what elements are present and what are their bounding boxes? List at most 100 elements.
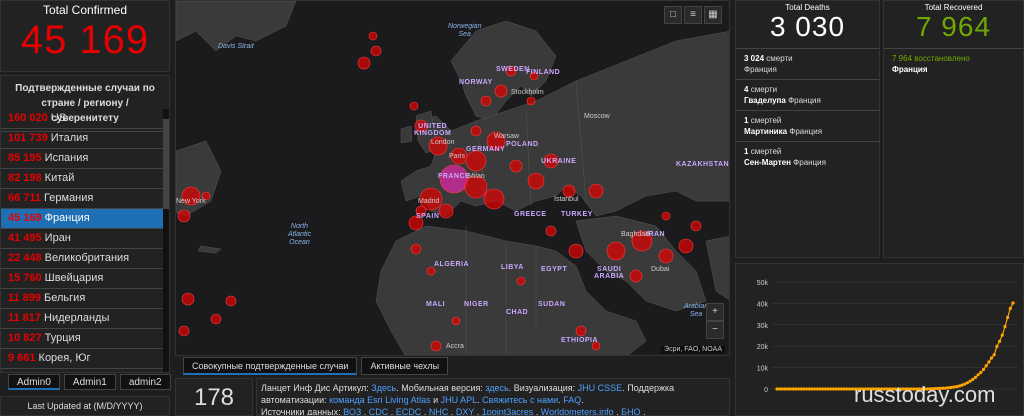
- country-row[interactable]: 15 760 Швейцария: [1, 269, 165, 289]
- country-name: Великобритания: [44, 252, 130, 264]
- city-label: London: [431, 139, 455, 146]
- deaths-list: 3 024 смерти Франция 4 смерти Гваделупа …: [736, 48, 879, 172]
- country-row[interactable]: 85 195 Испания: [1, 149, 165, 169]
- country-row[interactable]: 11 817 Нидерланды: [1, 309, 165, 329]
- data-point: [973, 375, 978, 379]
- tab-admin2[interactable]: admin2: [119, 374, 171, 390]
- deaths-place: Франция: [744, 65, 777, 74]
- info-text: . Поддержка: [622, 383, 675, 393]
- sea-label: North Atlantic Ocean: [288, 223, 311, 246]
- data-point: [981, 367, 986, 372]
- country-label: SWEDEN: [496, 66, 530, 73]
- country-cases: 15 760: [8, 272, 42, 284]
- list-icon[interactable]: ≡: [684, 6, 702, 24]
- country-label: SAUDI ARABIA: [594, 266, 625, 280]
- country-label: UNITED KINGDOM: [414, 123, 452, 137]
- country-label: MALI: [426, 301, 446, 308]
- last-updated-panel: Last Updated at (M/D/YYYY): [0, 396, 170, 416]
- data-point: [992, 353, 996, 357]
- country-label: ETHIOPIA: [561, 337, 599, 344]
- total-recovered-panel: Total Recovered 7 964 7 964 восстановлен…: [883, 0, 1024, 258]
- zoom-out-button[interactable]: −: [706, 321, 724, 339]
- country-row[interactable]: 101 739 Италия: [1, 129, 165, 149]
- city-label: Milan: [468, 173, 485, 180]
- info-text: ,: [533, 407, 541, 416]
- deaths-unit: смертей: [750, 116, 782, 125]
- info-text: ,: [474, 407, 482, 416]
- contact-link[interactable]: Свяжитесь с нами: [482, 395, 558, 405]
- data-point: [984, 364, 988, 368]
- jhu-apl-link[interactable]: JHU APL: [441, 395, 478, 405]
- y-tick-label: 30k: [757, 323, 769, 330]
- country-row[interactable]: 66 711 Германия: [1, 189, 165, 209]
- data-point: [987, 360, 991, 364]
- deaths-count: 4: [744, 85, 749, 94]
- info-text: ,: [361, 407, 369, 416]
- worldometers-link[interactable]: Worldometers.info: [541, 407, 614, 415]
- country-name: US: [50, 112, 67, 124]
- tab-admin1[interactable]: Admin1: [63, 374, 116, 390]
- bookmark-icon[interactable]: □: [664, 6, 682, 24]
- country-row[interactable]: 45 169 Франция: [1, 209, 165, 229]
- scrollbar-thumb[interactable]: [163, 119, 169, 209]
- country-name: Нидерланды: [44, 312, 110, 324]
- city-label: Istanbul: [554, 196, 579, 203]
- dxy-link[interactable]: DXY: [456, 407, 474, 415]
- city-label: Stockholm: [511, 89, 544, 96]
- data-point: [998, 339, 1002, 343]
- data-point: [979, 370, 983, 375]
- cdc-link[interactable]: CDC: [369, 407, 389, 415]
- who-link[interactable]: ВОЗ: [343, 407, 361, 415]
- info-text: .: [581, 395, 584, 405]
- country-row[interactable]: 22 448 Великобритания: [1, 249, 165, 269]
- bno-link[interactable]: БНО: [621, 407, 640, 415]
- grid-icon[interactable]: ▦: [704, 6, 722, 24]
- info-text: . Визуализация:: [508, 383, 578, 393]
- country-label: POLAND: [506, 141, 539, 148]
- country-name: Китай: [44, 172, 75, 184]
- recovered-list-item: 7 964 восстановлено Франция: [884, 48, 1023, 79]
- deaths-place: Франция: [788, 96, 821, 105]
- faq-link[interactable]: FAQ: [563, 395, 581, 405]
- esri-link[interactable]: команда Esri Living Atlas: [329, 395, 431, 405]
- deaths-place: Франция: [789, 127, 823, 136]
- tab-cumulative-cases[interactable]: Совокупные подтвержденные случаи: [183, 357, 358, 375]
- country-label: KAZAKHSTAN: [676, 161, 730, 168]
- last-updated-label: Last Updated at (M/D/YYYY): [27, 401, 143, 411]
- y-tick-label: 10k: [757, 366, 769, 373]
- country-row[interactable]: 10 827 Турция: [1, 329, 165, 349]
- country-row[interactable]: 11 899 Бельгия: [1, 289, 165, 309]
- map-attribution: Эсри, FAO, NOAA: [661, 346, 725, 353]
- tab-admin0[interactable]: Admin0: [8, 374, 60, 390]
- jhu-csse-link[interactable]: JHU CSSE: [578, 383, 623, 393]
- city-label: Paris: [449, 153, 465, 160]
- country-cases: 82 198: [8, 172, 42, 184]
- country-row[interactable]: 9 661 Корея, Юг: [1, 349, 165, 369]
- world-map[interactable]: Davis Strait Norwegian Sea North Atlanti…: [175, 0, 730, 356]
- country-name: Италия: [50, 132, 89, 144]
- country-label: NIGER: [464, 301, 489, 308]
- country-name: Швейцария: [44, 272, 104, 284]
- country-name: Иран: [44, 232, 71, 244]
- info-text: . Мобильная версия:: [396, 383, 486, 393]
- mobile-link[interactable]: здесь: [485, 383, 508, 393]
- deaths-list-item: 1 смертей Мартиника Франция: [736, 110, 879, 141]
- country-name: Франция: [44, 212, 90, 224]
- 1point3acres-link[interactable]: 1point3acres: [482, 407, 534, 415]
- country-row[interactable]: 41 495 Иран: [1, 229, 165, 249]
- nhc-link[interactable]: NHC: [429, 407, 449, 415]
- zoom-in-button[interactable]: +: [706, 303, 724, 321]
- recovered-place: Франция: [892, 65, 928, 74]
- total-deaths-value: 3 030: [769, 11, 846, 42]
- ecdc-link[interactable]: ECDC: [396, 407, 422, 415]
- deaths-place: Франция: [793, 158, 826, 167]
- sea-label: Norwegian Sea: [448, 23, 482, 38]
- country-row[interactable]: 160 020 US: [1, 109, 165, 129]
- tab-active-cases[interactable]: Активные чехлы: [361, 357, 449, 375]
- deaths-count: 1: [744, 116, 749, 125]
- city-label: Warsaw: [494, 133, 520, 140]
- article-link[interactable]: Здесь: [371, 383, 396, 393]
- country-list-scrollbar[interactable]: [163, 109, 169, 372]
- country-row[interactable]: 82 198 Китай: [1, 169, 165, 189]
- country-label: NORWAY: [459, 79, 493, 86]
